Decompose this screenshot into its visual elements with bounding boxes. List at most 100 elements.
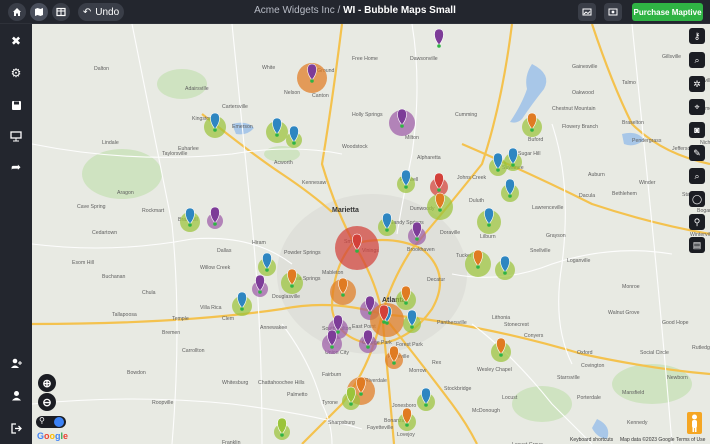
terms-link[interactable]: Terms of Use xyxy=(676,437,705,443)
marker-tool-button[interactable]: ⚲ xyxy=(689,214,705,230)
screenshot-button[interactable] xyxy=(578,3,596,21)
pin-base-dot xyxy=(258,290,262,294)
bubble-marker[interactable] xyxy=(274,417,290,440)
locate-tool-button[interactable]: ⌖ xyxy=(689,99,705,115)
map-pin[interactable] xyxy=(434,28,444,46)
keyboard-shortcuts-link[interactable]: Keyboard shortcuts xyxy=(570,437,613,443)
bubble-marker[interactable] xyxy=(427,192,453,220)
share-arrow-icon[interactable]: ➦ xyxy=(8,159,24,175)
bubble-marker[interactable] xyxy=(232,291,252,316)
pin-base-dot xyxy=(511,163,515,167)
bubble-marker[interactable] xyxy=(495,255,515,280)
map-view-button[interactable] xyxy=(30,3,48,21)
pin-base-dot xyxy=(405,423,409,427)
place-label: McDonough xyxy=(472,408,500,414)
top-bar: ↶ Undo Acme Widgets Inc / WI - Bubble Ma… xyxy=(0,0,710,24)
place-label: Dawsonville xyxy=(410,56,438,62)
share-images-button[interactable] xyxy=(604,3,622,21)
key-icon: ⚷ xyxy=(693,30,701,41)
map-canvas[interactable]: NicholsonGillsvilleMaysvilleTalmoOakwood… xyxy=(32,24,710,444)
bubble-marker[interactable] xyxy=(501,178,519,202)
bubble-marker[interactable] xyxy=(397,169,415,193)
pin-base-dot xyxy=(499,353,503,357)
home-button[interactable] xyxy=(8,3,26,21)
pin-base-dot xyxy=(410,325,414,329)
bubble-marker[interactable] xyxy=(335,226,379,270)
bubble-marker[interactable] xyxy=(286,125,302,148)
place-label: Starrsville xyxy=(557,375,580,381)
zoom-in-button[interactable]: ⊕ xyxy=(38,374,56,392)
pin-base-dot xyxy=(355,249,359,253)
pin-base-dot xyxy=(290,284,294,288)
place-label: Stonecrest xyxy=(504,322,529,328)
place-label: Rutledge xyxy=(692,345,710,351)
bubble-marker[interactable] xyxy=(430,172,448,196)
place-label: Bowdon xyxy=(127,370,146,376)
bubble-marker[interactable] xyxy=(258,252,276,276)
place-label: Temple xyxy=(172,316,189,322)
place-label: Duluth xyxy=(469,198,484,204)
pin-base-dot xyxy=(330,345,334,349)
lake-lanier xyxy=(510,64,547,123)
place-label: Holly Springs xyxy=(352,112,383,118)
place-label: Kennedy xyxy=(627,420,648,426)
purchase-button[interactable]: Purchase Maptive xyxy=(632,3,703,21)
place-label: Chula xyxy=(142,290,156,296)
heat-tool-button[interactable]: ✲ xyxy=(689,76,705,92)
image-icon xyxy=(582,8,592,16)
undo-button[interactable]: ↶ Undo xyxy=(78,3,124,21)
place-label: Palmetto xyxy=(287,392,308,398)
bubble-marker[interactable] xyxy=(434,28,444,48)
place-label: Braselton xyxy=(622,120,644,126)
place-label: Villa Rica xyxy=(200,305,222,311)
save-icon[interactable] xyxy=(8,97,24,113)
bubble-marker[interactable] xyxy=(398,407,416,431)
lasso-tool-button[interactable]: ◯ xyxy=(689,191,705,207)
place-label: White xyxy=(262,65,275,71)
place-label: Mableton xyxy=(322,270,343,276)
place-label: Emerson xyxy=(232,124,253,130)
bubble-marker[interactable] xyxy=(477,207,501,234)
place-label: Roopville xyxy=(152,400,173,406)
pencil-icon: ✎ xyxy=(693,147,701,158)
pin-base-dot xyxy=(476,265,480,269)
place-label: Alpharetta xyxy=(417,155,441,161)
zoom-out-button[interactable]: ⊖ xyxy=(38,393,56,411)
place-label: Panthersville xyxy=(437,320,467,326)
bubble-marker[interactable] xyxy=(522,112,542,137)
place-label: Chestnut Mountain xyxy=(552,106,596,112)
table-view-button[interactable] xyxy=(52,3,70,21)
pin-base-dot xyxy=(424,403,428,407)
document-tool-button[interactable]: ▤ xyxy=(689,237,705,253)
bubble-marker[interactable] xyxy=(252,274,268,297)
bubble-marker[interactable] xyxy=(207,206,223,229)
presentation-icon[interactable] xyxy=(8,128,24,144)
draw-tool-button[interactable]: ✎ xyxy=(689,145,705,161)
place-label: Jonesboro xyxy=(392,403,416,409)
camera-tool-button[interactable]: ◙ xyxy=(689,122,705,138)
account-icon[interactable] xyxy=(8,387,24,403)
undo-label: Undo xyxy=(95,6,120,18)
tools-icon[interactable]: ✖ xyxy=(8,33,24,49)
bubble-marker[interactable] xyxy=(180,207,200,232)
bubble-marker[interactable] xyxy=(266,117,288,143)
pin-base-dot xyxy=(392,361,396,365)
location-toggle[interactable]: ⚲ xyxy=(36,416,66,428)
bubble-marker[interactable] xyxy=(389,108,415,136)
bubble-marker[interactable] xyxy=(297,63,327,93)
search-tool-button[interactable]: ⌕ xyxy=(689,52,705,68)
zoom-search-tool-button[interactable]: ⌕ xyxy=(689,168,705,184)
place-label: Dallas xyxy=(217,248,232,254)
place-label: Gillsville xyxy=(662,54,681,60)
add-user-icon[interactable] xyxy=(8,355,24,371)
place-label: Clem xyxy=(222,316,234,322)
place-label: Hiram xyxy=(252,240,266,246)
place-label: Willow Creek xyxy=(200,265,231,271)
key-tool-button[interactable]: ⚷ xyxy=(689,28,705,44)
logout-icon[interactable] xyxy=(8,420,24,436)
place-label: Cumming xyxy=(455,112,477,118)
bubble-marker[interactable] xyxy=(417,387,435,411)
gear-icon[interactable]: ⚙ xyxy=(8,65,24,81)
pin-base-dot xyxy=(508,194,512,198)
street-view-pegman[interactable] xyxy=(687,412,702,434)
